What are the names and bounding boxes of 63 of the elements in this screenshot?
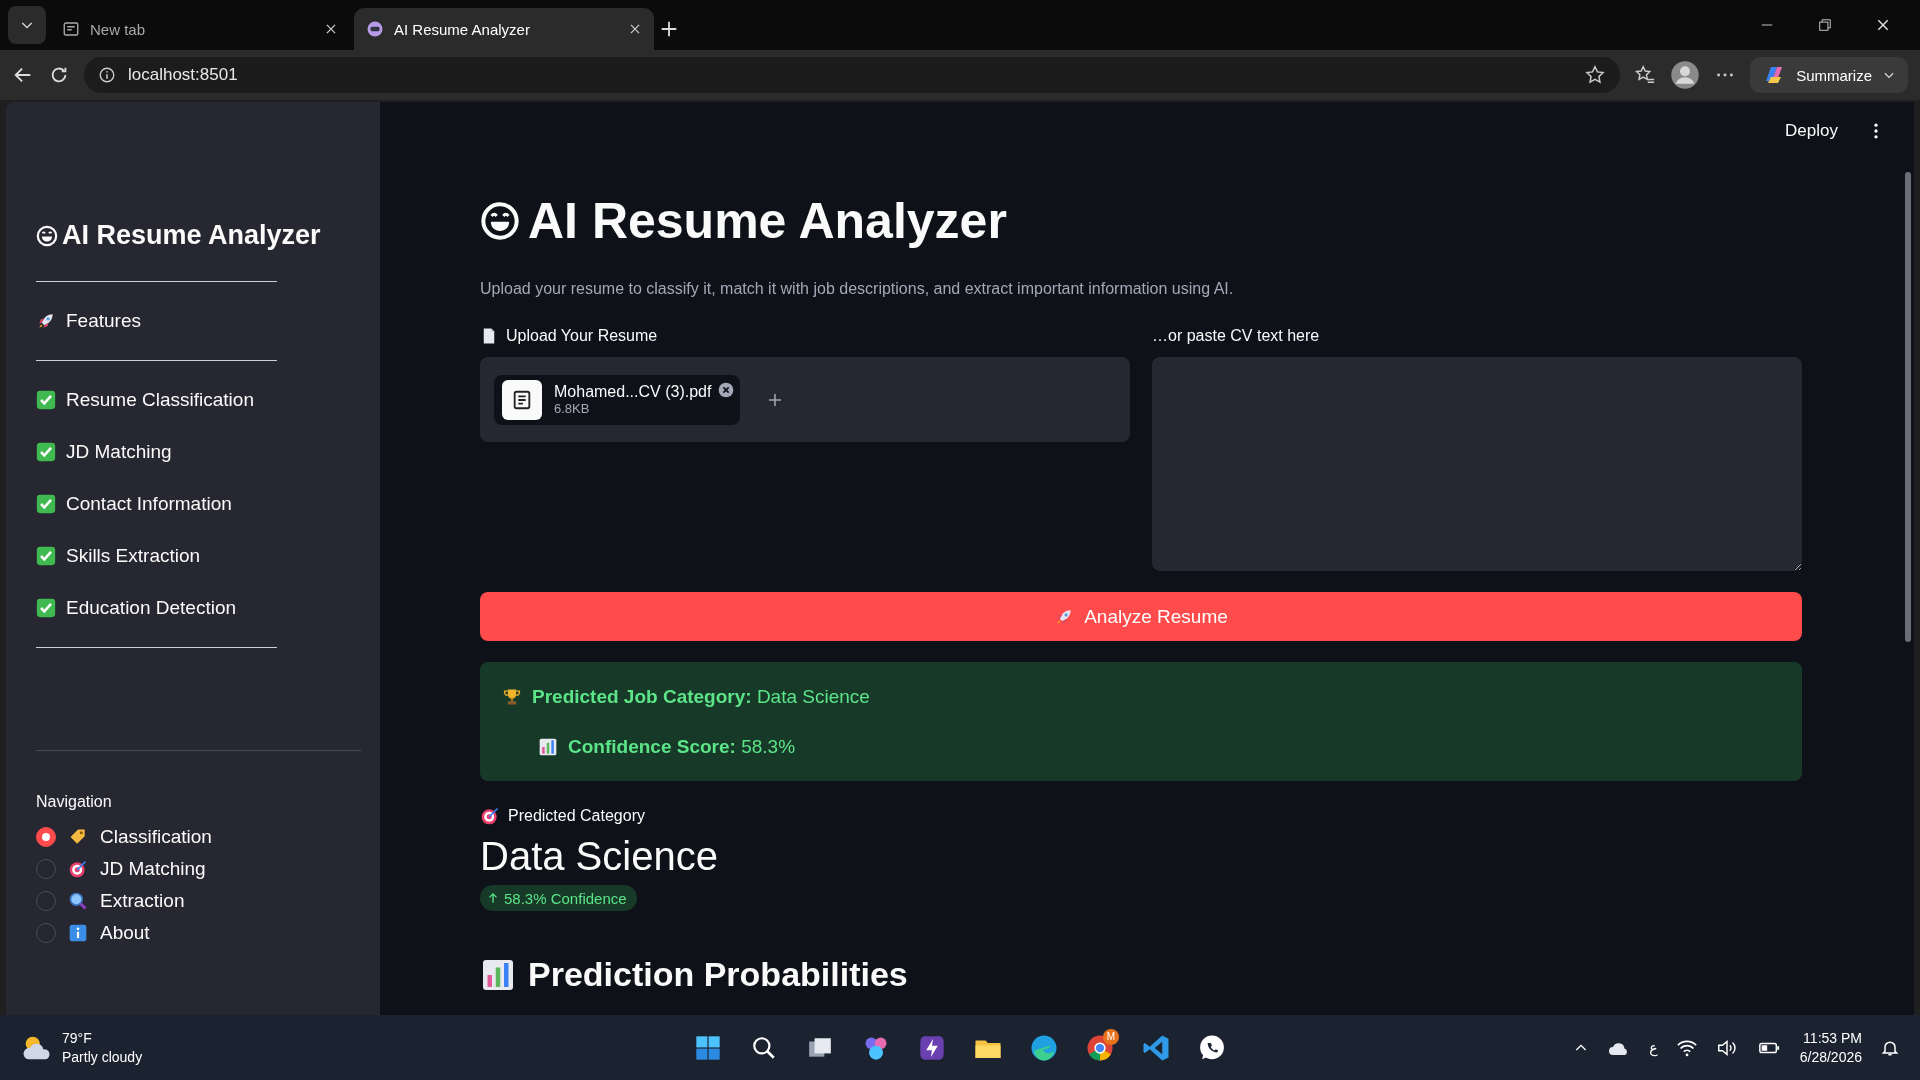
profile-icon[interactable]	[1670, 60, 1701, 90]
info-icon	[68, 923, 88, 943]
target-icon	[480, 806, 500, 826]
rocket-icon	[36, 311, 56, 331]
clock[interactable]: 11:53 PM 6/28/2026	[1799, 1028, 1862, 1067]
smiley-icon	[480, 201, 520, 241]
favorites-icon[interactable]	[1634, 64, 1657, 86]
page-title: AI Resume Analyzer	[528, 192, 1007, 250]
radio-button[interactable]	[36, 827, 56, 847]
feature-item: Education Detection	[66, 597, 237, 619]
metric-value: Data Science	[480, 834, 719, 879]
star-icon[interactable]	[1584, 64, 1607, 86]
browser-tab[interactable]: New tab	[50, 8, 350, 50]
metric-label: Predicted Category	[508, 807, 645, 825]
predicted-category-text: Predicted Job Category: Data Science	[532, 685, 870, 708]
close-circle-icon	[718, 381, 734, 398]
page-subtitle: Upload your resume to classify it, match it with job descriptions, and extract important information using AI.	[480, 280, 1235, 298]
browser-tab[interactable]: AI Resume Analyzer	[354, 8, 654, 50]
feature-item: Contact Information	[66, 493, 232, 515]
file-icon	[511, 388, 533, 411]
language-indicator[interactable]: ع	[1649, 1039, 1658, 1056]
tab-close-button[interactable]	[628, 22, 642, 36]
deploy-button[interactable]: Deploy	[1779, 120, 1844, 142]
page-icon	[62, 20, 80, 38]
search-icon	[751, 1034, 777, 1061]
remove-file-button[interactable]	[718, 381, 734, 398]
lightning-app-icon	[918, 1033, 946, 1062]
navigation-option[interactable]: Extraction	[36, 885, 380, 917]
temperature: 79°F	[62, 1028, 93, 1048]
sidebar-title: AI Resume Analyzer	[62, 220, 321, 251]
file-name: Mohamed...CV (3).pdf	[554, 383, 712, 401]
weather-text: Partly cloudy	[62, 1047, 143, 1067]
smiley-icon	[36, 224, 58, 247]
summarize-button[interactable]: Summarize	[1750, 57, 1908, 93]
magnifier-icon	[68, 891, 88, 911]
target-icon	[68, 859, 88, 879]
feature-item: Skills Extraction	[66, 545, 201, 567]
close-icon	[324, 22, 338, 36]
info-circle-icon	[98, 66, 116, 84]
paste-label: …or paste CV text here	[1152, 327, 1320, 345]
restore-icon	[1818, 18, 1832, 32]
file-size: 6.8KB	[554, 401, 591, 416]
navigation-option[interactable]: Classification	[36, 821, 380, 853]
features-heading: Features	[66, 310, 141, 332]
feature-item: Resume Classification	[66, 389, 254, 411]
app-logo-icon	[366, 20, 384, 38]
close-icon	[1875, 17, 1891, 33]
section-heading: Prediction Probabilities	[528, 955, 908, 994]
tab-close-button[interactable]	[324, 22, 338, 36]
profile-badge: M	[1103, 1028, 1119, 1045]
confidence-badge: 58.3% Confidence	[480, 885, 637, 911]
feature-item: JD Matching	[66, 441, 172, 463]
windows-icon	[694, 1033, 722, 1062]
navigation-option[interactable]: JD Matching	[36, 853, 380, 885]
file-upload-area[interactable]: Mohamed...CV (3).pdf 6.8KB	[480, 357, 1130, 442]
close-icon	[628, 22, 642, 36]
bar-chart-icon	[538, 736, 558, 757]
navigation-label: Navigation	[36, 793, 113, 811]
upload-label: Upload Your Resume	[506, 327, 658, 345]
navigation-option[interactable]: About	[36, 917, 380, 949]
address-bar[interactable]: localhost:8501	[84, 57, 1621, 93]
confidence-score-text: Confidence Score: 58.3%	[568, 735, 796, 758]
scrollbar[interactable]	[1905, 172, 1911, 642]
